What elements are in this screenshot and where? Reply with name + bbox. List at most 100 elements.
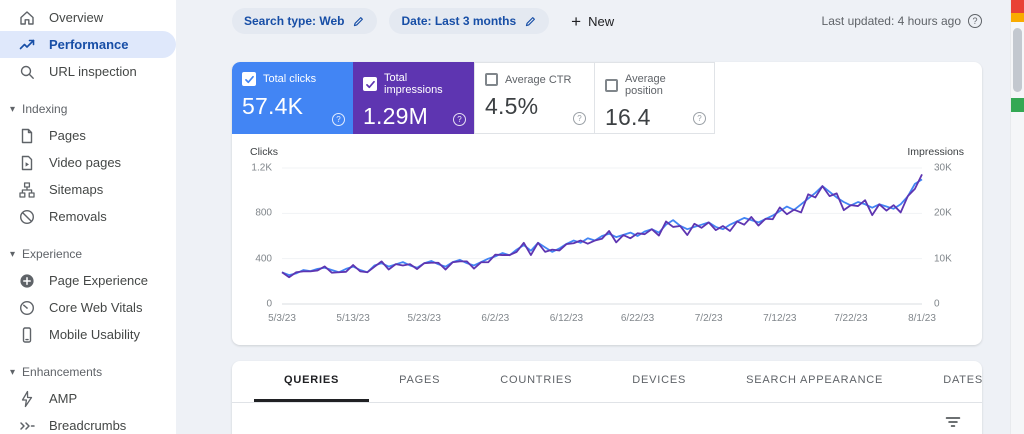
x-axis-tick-label: 5/3/23 (268, 313, 296, 324)
tab-search-appearance[interactable]: SEARCH APPEARANCE (716, 361, 913, 402)
search-console-app: Overview Performance URL inspection ▾ In… (0, 0, 1024, 434)
sidebar-item-label: Performance (49, 37, 129, 52)
scrollbar-thumb[interactable] (1013, 28, 1022, 92)
scroll-marker-red (1011, 0, 1024, 13)
sidebar-item-removals[interactable]: Removals (0, 203, 176, 230)
tab-dates[interactable]: DATES (913, 361, 982, 402)
help-icon[interactable]: ? (693, 112, 706, 125)
topbar: Search type: Web Date: Last 3 months + N… (232, 0, 982, 42)
right-axis-ticks: 0 10K 20K 30K (928, 163, 966, 310)
tab-devices[interactable]: DEVICES (602, 361, 716, 402)
last-updated: Last updated: 4 hours ago ? (822, 14, 982, 28)
axis-tick-label: 10K (934, 253, 952, 265)
search-icon (18, 63, 36, 81)
scrollbar[interactable] (1010, 0, 1024, 434)
metric-tile-average-position[interactable]: Average position 16.4 ? (594, 62, 715, 134)
dimension-tabs: QUERIES PAGES COUNTRIES DEVICES SEARCH A… (232, 361, 982, 403)
metric-value: 4.5% (485, 93, 539, 119)
help-icon[interactable]: ? (453, 113, 466, 126)
sidebar-item-label: Core Web Vitals (49, 300, 143, 315)
performance-card: Total clicks 57.4K ? Total impressions 1… (232, 62, 982, 345)
video-file-icon (18, 154, 36, 172)
performance-chart: Clicks Impressions 0 400 800 1.2K 0 10K 20K 30… (232, 134, 982, 338)
metric-value: 57.4K (242, 93, 304, 119)
metric-value: 16.4 (605, 104, 651, 130)
edit-pencil-icon (526, 16, 536, 26)
sidebar-section-experience[interactable]: ▾ Experience (0, 241, 176, 267)
sidebar-item-performance[interactable]: Performance (0, 31, 176, 58)
sitemap-icon (18, 181, 36, 199)
sidebar-section-indexing[interactable]: ▾ Indexing (0, 96, 176, 122)
checkbox-checked-icon[interactable] (242, 72, 256, 86)
left-axis-ticks: 0 400 800 1.2K (248, 163, 276, 310)
checkbox-checked-icon[interactable] (363, 77, 377, 91)
search-type-chip[interactable]: Search type: Web (232, 8, 378, 34)
sidebar-item-amp[interactable]: AMP (0, 385, 176, 412)
section-label: Indexing (22, 102, 68, 116)
help-icon[interactable]: ? (332, 113, 345, 126)
chevron-down-icon: ▾ (10, 103, 16, 115)
x-axis-tick-label: 6/22/23 (620, 313, 655, 324)
axis-tick-label: 400 (255, 253, 272, 265)
metric-tile-total-clicks[interactable]: Total clicks 57.4K ? (232, 62, 353, 134)
blocked-icon (18, 208, 36, 226)
x-axis-tick-label: 7/2/23 (694, 313, 723, 324)
date-filter-chip[interactable]: Date: Last 3 months (389, 8, 550, 34)
tab-queries[interactable]: QUERIES (254, 361, 370, 402)
amp-lightning-icon (18, 390, 36, 408)
sidebar-item-overview[interactable]: Overview (0, 4, 176, 31)
x-axis-tick-label: 7/12/23 (763, 313, 797, 324)
sidebar-item-label: AMP (49, 391, 78, 406)
chart-lines-svg (282, 168, 922, 304)
performance-trend-icon (18, 36, 36, 54)
right-axis-title: Impressions (907, 146, 964, 158)
sidebar-item-label: Pages (49, 128, 86, 143)
filter-icon[interactable] (944, 413, 962, 431)
dimensions-card: QUERIES PAGES COUNTRIES DEVICES SEARCH A… (232, 361, 982, 434)
sidebar-item-label: Mobile Usability (49, 327, 141, 342)
sidebar-item-label: Page Experience (49, 273, 149, 288)
sidebar-item-url-inspection[interactable]: URL inspection (0, 58, 176, 85)
metric-label: Total impressions (384, 72, 443, 96)
scroll-marker-green (1011, 98, 1024, 112)
plus-icon: + (571, 11, 582, 31)
sidebar-item-breadcrumbs[interactable]: Breadcrumbs (0, 412, 176, 434)
sidebar-section-enhancements[interactable]: ▾ Enhancements (0, 359, 176, 385)
sidebar-item-mobile-usability[interactable]: Mobile Usability (0, 321, 176, 348)
checkbox-empty-icon[interactable] (485, 73, 498, 86)
metric-tiles: Total clicks 57.4K ? Total impressions 1… (232, 62, 982, 134)
page-experience-icon (18, 272, 36, 290)
sidebar-item-core-web-vitals[interactable]: Core Web Vitals (0, 294, 176, 321)
sidebar: Overview Performance URL inspection ▾ In… (0, 0, 176, 434)
sidebar-item-label: Video pages (49, 155, 122, 170)
new-filter-button[interactable]: + New (571, 13, 614, 30)
date-chip-label: Date: Last 3 months (401, 14, 517, 28)
tab-countries[interactable]: COUNTRIES (470, 361, 602, 402)
sidebar-item-label: Breadcrumbs (49, 418, 127, 433)
sidebar-item-sitemaps[interactable]: Sitemaps (0, 176, 176, 203)
x-axis-tick-label: 8/1/23 (908, 313, 936, 324)
sidebar-item-video-pages[interactable]: Video pages (0, 149, 176, 176)
metric-label: Average CTR (505, 73, 572, 86)
metric-tile-average-ctr[interactable]: Average CTR 4.5% ? (474, 62, 595, 134)
left-axis-title: Clicks (250, 146, 278, 158)
axis-tick-label: 0 (934, 298, 940, 310)
axis-tick-label: 800 (255, 207, 272, 219)
metric-label: Total clicks (263, 73, 317, 85)
axis-tick-label: 1.2K (251, 162, 272, 174)
help-icon[interactable]: ? (968, 14, 982, 28)
sidebar-item-label: URL inspection (49, 64, 137, 79)
help-icon[interactable]: ? (573, 112, 586, 125)
search-type-chip-label: Search type: Web (244, 14, 345, 28)
sidebar-item-page-experience[interactable]: Page Experience (0, 267, 176, 294)
checkbox-empty-icon[interactable] (605, 78, 618, 92)
tab-pages[interactable]: PAGES (369, 361, 470, 402)
metric-tile-total-impressions[interactable]: Total impressions 1.29M ? (353, 62, 474, 134)
metric-label: Average position (625, 73, 666, 97)
x-axis-tick-label: 6/2/23 (481, 313, 510, 324)
metric-value: 1.29M (363, 103, 428, 129)
breadcrumbs-icon (18, 417, 36, 434)
sidebar-item-label: Removals (49, 209, 107, 224)
sidebar-item-pages[interactable]: Pages (0, 122, 176, 149)
home-icon (18, 9, 36, 27)
